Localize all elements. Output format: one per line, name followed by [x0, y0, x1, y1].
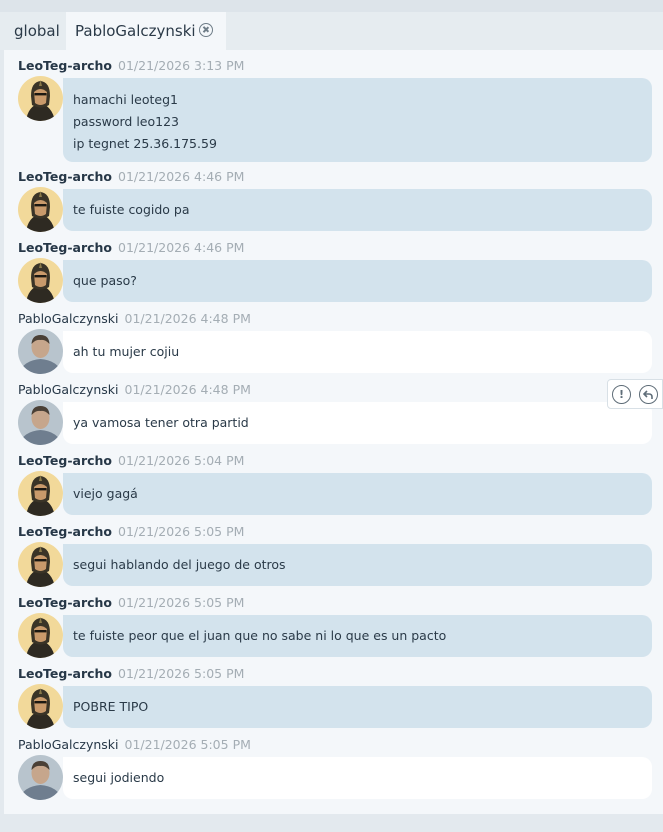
chat-message[interactable]: LeoTeg-archo 01/21/2026 5:05 PM segui habl…	[4, 524, 663, 587]
message-timestamp: 01/21/2026 4:46 PM	[118, 240, 245, 255]
message-bubble: viejo gagá	[63, 473, 652, 515]
message-author[interactable]: LeoTeg-archo	[18, 595, 112, 610]
message-bubble: segui hablando del juego de otros	[63, 544, 652, 586]
chat-message[interactable]: LeoTeg-archo 01/21/2026 3:13 PM hamachi le…	[4, 58, 663, 162]
close-tab-icon[interactable]	[199, 23, 213, 37]
message-timestamp: 01/21/2026 5:05 PM	[118, 666, 245, 681]
message-text: que paso?	[73, 273, 137, 288]
message-timestamp: 01/21/2026 5:05 PM	[118, 524, 245, 539]
avatar[interactable]	[18, 755, 63, 800]
message-author[interactable]: LeoTeg-archo	[18, 524, 112, 539]
message-header: PabloGalczynski 01/21/2026 4:48 PM	[18, 311, 251, 327]
message-author[interactable]: LeoTeg-archo	[18, 240, 112, 255]
message-text: segui jodiendo	[73, 770, 165, 785]
message-header: LeoTeg-archo 01/21/2026 5:04 PM	[18, 453, 244, 469]
message-header: LeoTeg-archo 01/21/2026 5:05 PM	[18, 666, 244, 682]
message-author[interactable]: LeoTeg-archo	[18, 666, 112, 681]
message-author[interactable]: PabloGalczynski	[18, 311, 119, 326]
avatar[interactable]	[18, 258, 63, 303]
message-header: LeoTeg-archo 01/21/2026 5:05 PM	[18, 595, 244, 611]
avatar[interactable]	[18, 684, 63, 729]
message-text: ah tu mujer cojiu	[73, 344, 180, 359]
chat-message[interactable]: LeoTeg-archo 01/21/2026 5:05 PM POBRE TIPO	[4, 666, 663, 729]
message-timestamp: 01/21/2026 4:48 PM	[124, 382, 251, 397]
avatar[interactable]	[18, 400, 63, 445]
message-timestamp: 01/21/2026 4:46 PM	[118, 169, 245, 184]
message-header: PabloGalczynski 01/21/2026 4:48 PM	[18, 382, 251, 398]
avatar[interactable]	[18, 329, 63, 374]
tab-pablogalczynski[interactable]: PabloGalczynski	[66, 12, 226, 50]
message-bubble: hamachi leoteg1 password leo123 ip tegnet …	[63, 78, 652, 162]
message-bubble: POBRE TIPO	[63, 686, 652, 728]
message-author[interactable]: LeoTeg-archo	[18, 169, 112, 184]
message-bubble: ya vamosa tener otra partid	[63, 402, 652, 444]
message-header: LeoTeg-archo 01/21/2026 5:05 PM	[18, 524, 244, 540]
message-bubble: que paso?	[63, 260, 652, 302]
message-author[interactable]: LeoTeg-archo	[18, 453, 112, 468]
avatar[interactable]	[18, 471, 63, 516]
message-header: LeoTeg-archo 01/21/2026 3:13 PM	[18, 58, 244, 74]
avatar[interactable]	[18, 76, 63, 121]
avatar[interactable]	[18, 542, 63, 587]
message-text: POBRE TIPO	[73, 699, 149, 714]
message-timestamp: 01/21/2026 3:13 PM	[118, 58, 245, 73]
message-text: viejo gagá	[73, 486, 138, 501]
reply-arrow-glyph	[643, 389, 653, 399]
tab-global[interactable]: global	[4, 12, 66, 50]
reply-arrow-icon[interactable]	[639, 385, 658, 404]
message-header: LeoTeg-archo 01/21/2026 4:46 PM	[18, 169, 244, 185]
message-timestamp: 01/21/2026 5:04 PM	[118, 453, 245, 468]
message-timestamp: 01/21/2026 5:05 PM	[124, 737, 251, 752]
message-text: te fuiste peor que el juan que no sabe n…	[73, 628, 447, 643]
tab-pablogalczynski-label: PabloGalczynski	[75, 22, 196, 40]
message-actions: !	[607, 379, 663, 409]
chat-panel[interactable]: LeoTeg-archo 01/21/2026 3:13 PM hamachi le…	[4, 50, 663, 814]
avatar[interactable]	[18, 613, 63, 658]
message-text: password leo123	[73, 114, 179, 129]
chat-message[interactable]: PabloGalczynski 01/21/2026 4:48 PM ya vamo…	[4, 382, 663, 445]
message-text: ya vamosa tener otra partid	[73, 415, 249, 430]
chat-message[interactable]: PabloGalczynski 01/21/2026 5:05 PM segui j…	[4, 737, 663, 800]
message-author[interactable]: PabloGalczynski	[18, 737, 119, 752]
avatar[interactable]	[18, 187, 63, 232]
tab-bar: global PabloGalczynski	[0, 12, 663, 50]
message-text: segui hablando del juego de otros	[73, 557, 286, 572]
message-text: hamachi leoteg1	[73, 92, 178, 107]
message-author[interactable]: LeoTeg-archo	[18, 58, 112, 73]
message-bubble: te fuiste peor que el juan que no sabe n…	[63, 615, 652, 657]
chat-message[interactable]: PabloGalczynski 01/21/2026 4:48 PM ah tu m…	[4, 311, 663, 374]
message-timestamp: 01/21/2026 5:05 PM	[118, 595, 245, 610]
message-bubble: te fuiste cogido pa	[63, 189, 652, 231]
chat-message[interactable]: LeoTeg-archo 01/21/2026 5:04 PM viejo gagá	[4, 453, 663, 516]
chat-message[interactable]: LeoTeg-archo 01/21/2026 4:46 PM te fuiste …	[4, 169, 663, 232]
message-header: PabloGalczynski 01/21/2026 5:05 PM	[18, 737, 251, 753]
message-bubble: segui jodiendo	[63, 757, 652, 799]
message-text: te fuiste cogido pa	[73, 202, 190, 217]
top-strip	[0, 0, 663, 12]
bottom-strip	[0, 814, 663, 832]
chat-message[interactable]: LeoTeg-archo 01/21/2026 4:46 PM que paso?	[4, 240, 663, 303]
message-author[interactable]: PabloGalczynski	[18, 382, 119, 397]
message-timestamp: 01/21/2026 4:48 PM	[124, 311, 251, 326]
tab-global-label: global	[14, 22, 60, 40]
message-text: ip tegnet 25.36.175.59	[73, 136, 217, 151]
message-header: LeoTeg-archo 01/21/2026 4:46 PM	[18, 240, 244, 256]
message-bubble: ah tu mujer cojiu	[63, 331, 652, 373]
chat-message[interactable]: LeoTeg-archo 01/21/2026 5:05 PM te fuiste …	[4, 595, 663, 658]
exclamation-circle-icon[interactable]: !	[612, 385, 631, 404]
